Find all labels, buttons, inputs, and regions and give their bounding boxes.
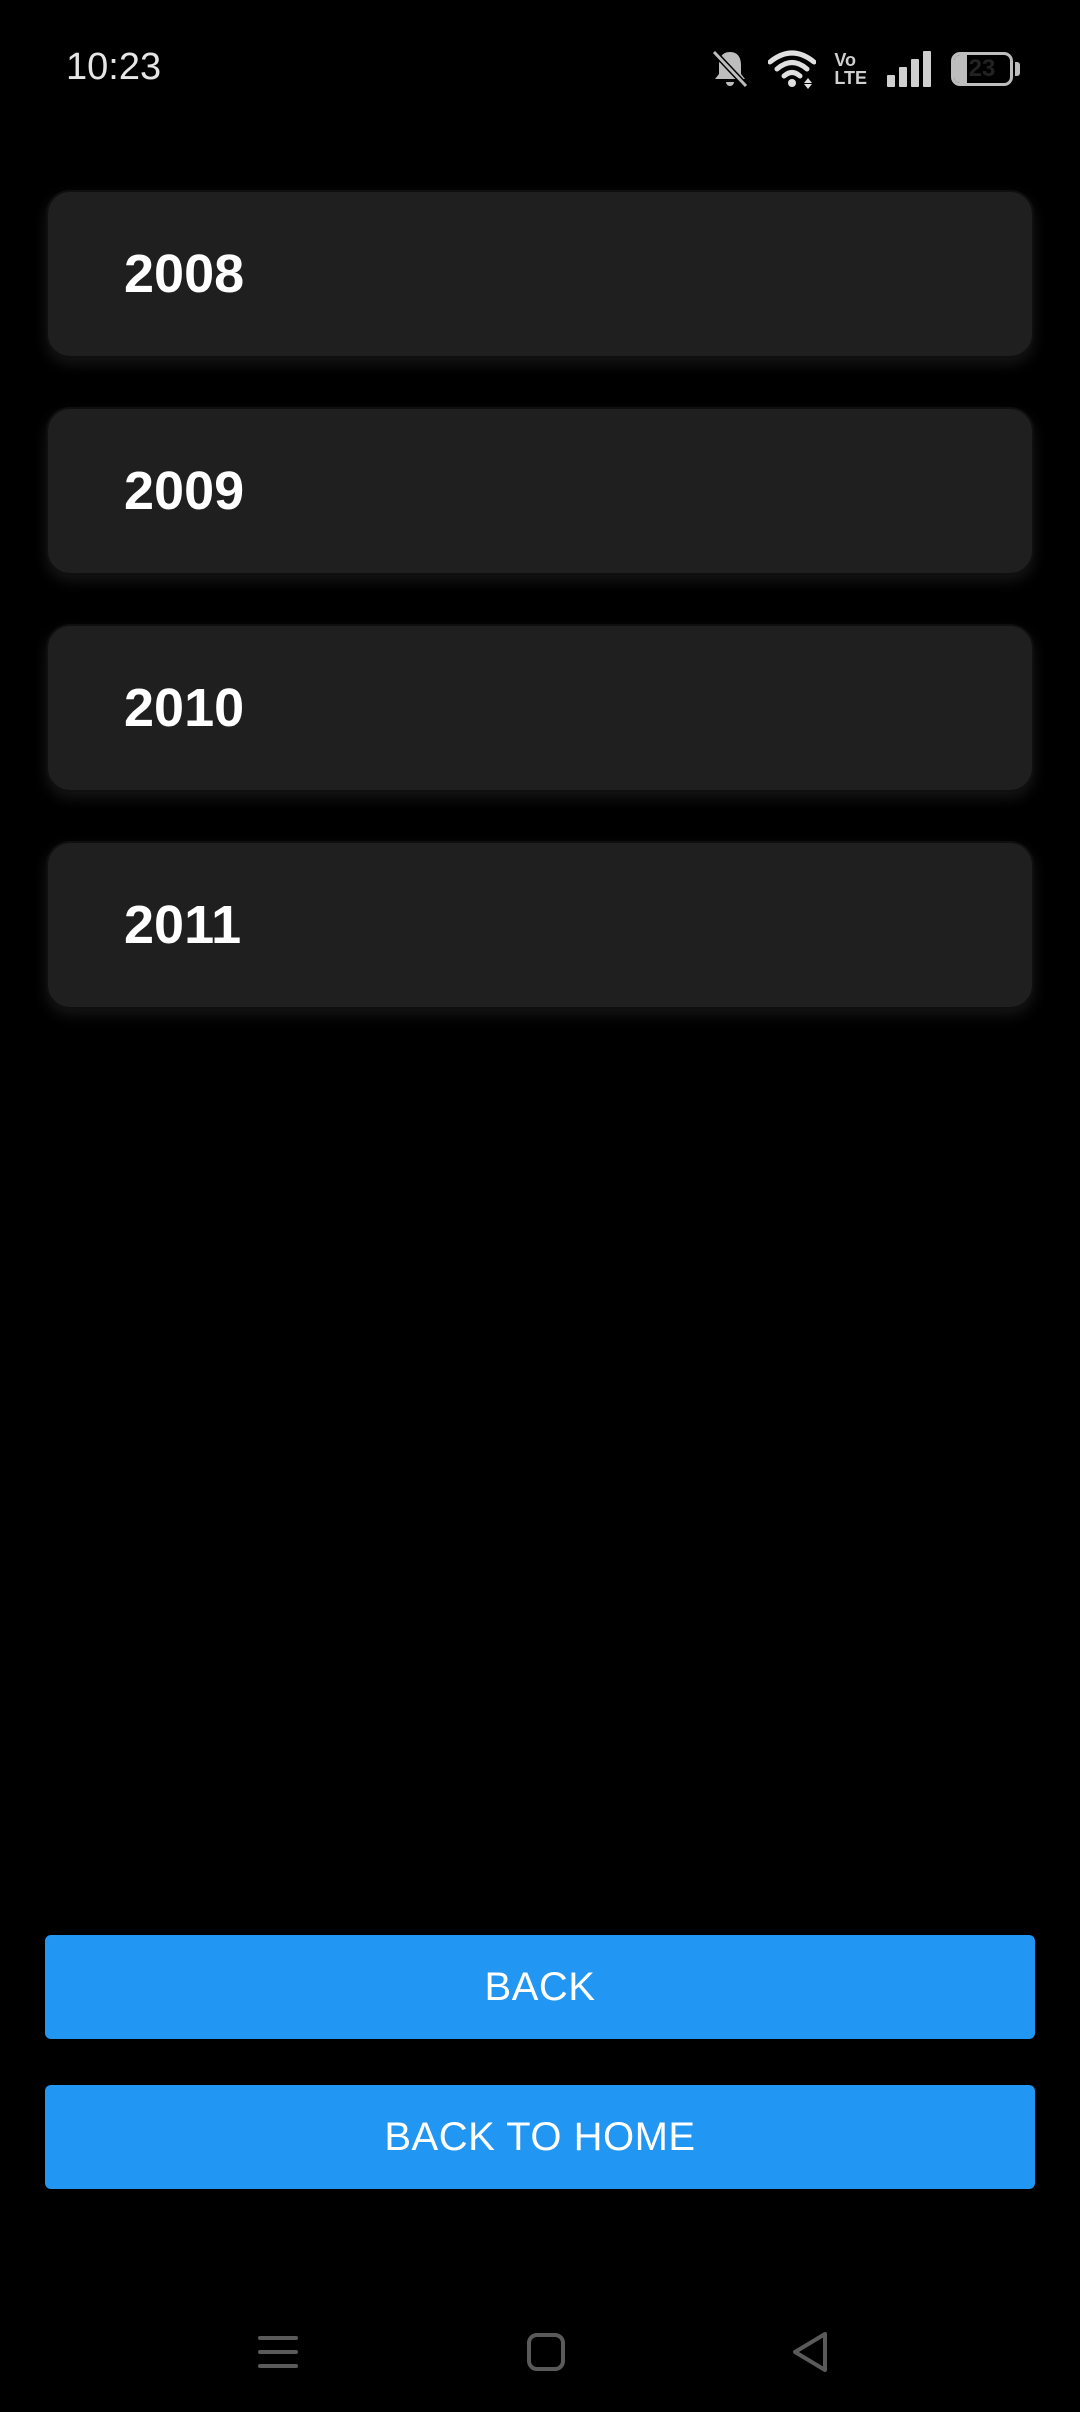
year-item-2008[interactable]: 2008 [46,190,1034,358]
battery-level: 23 [968,55,996,82]
year-item-2011[interactable]: 2011 [46,841,1034,1009]
volte-top-label: Vo [834,50,856,70]
wifi-icon [768,48,817,90]
status-time: 10:23 [66,46,162,88]
volte-bottom-label: LTE [834,68,867,88]
battery-icon: 23 [951,52,1020,86]
back-to-home-button[interactable]: BACK TO HOME [45,2085,1035,2189]
back-button[interactable]: BACK [45,1935,1035,2039]
bell-muted-icon [710,48,750,90]
year-list: 2008 2009 2010 2011 [46,190,1034,1058]
year-label: 2010 [124,678,245,738]
status-bar: 10:23 Vo LTE 23 [0,0,1080,140]
home-icon[interactable] [506,2320,586,2384]
menu-icon[interactable] [238,2320,318,2384]
volte-icon: Vo LTE [834,51,867,87]
year-label: 2011 [124,895,242,955]
navigation-bar [0,2300,1080,2412]
battery-tip [1015,62,1020,76]
status-icons: Vo LTE 23 [710,44,1020,94]
year-item-2010[interactable]: 2010 [46,624,1034,792]
battery-body: 23 [951,52,1013,86]
back-icon[interactable] [770,2320,850,2384]
signal-icon [885,49,933,89]
year-label: 2009 [124,461,245,521]
year-item-2009[interactable]: 2009 [46,407,1034,575]
year-label: 2008 [124,244,245,304]
